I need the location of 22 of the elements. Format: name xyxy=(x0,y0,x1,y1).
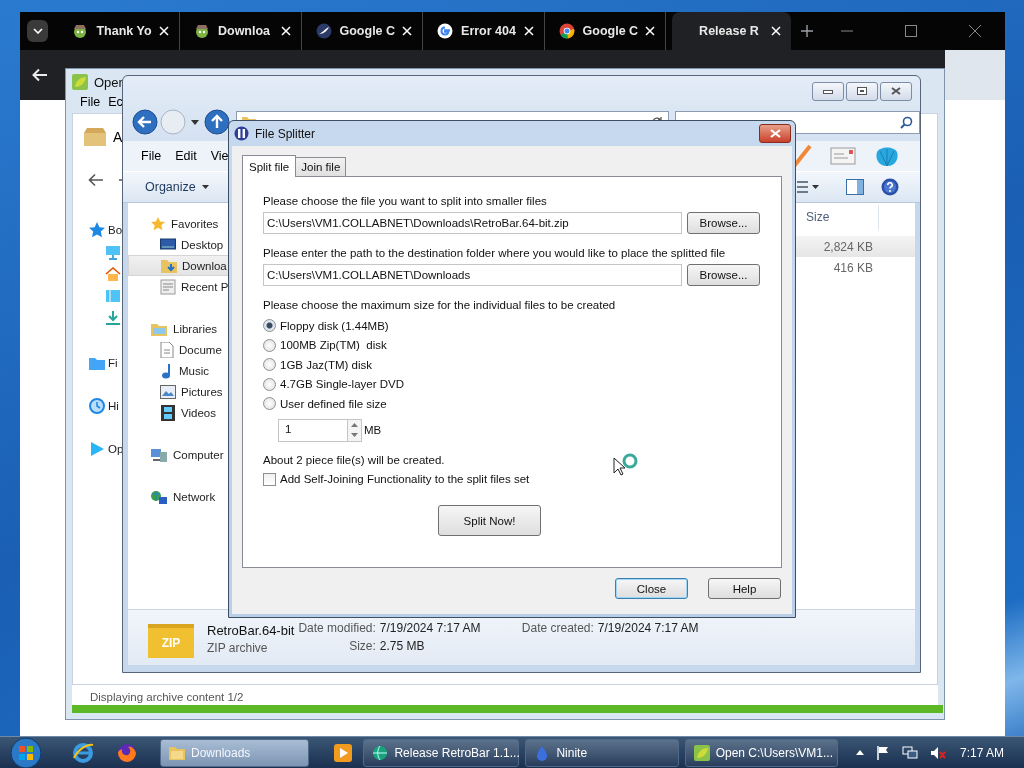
option-label: 1GB Jaz(TM) disk xyxy=(280,358,372,371)
checkbox-label: Add Self-Joining Functionality to the split files set xyxy=(280,473,530,486)
file-name: RetroBar.64-bit xyxy=(207,622,295,638)
zip-file-icon: ZIP xyxy=(148,623,194,658)
status-text: Displaying archive content 1/2 xyxy=(72,685,938,705)
field-label: Size: xyxy=(348,639,376,653)
field-label: Please choose the maximum size for the individual files to be created xyxy=(263,298,617,313)
window-title: File Splitter xyxy=(255,126,316,141)
section-title: A xyxy=(113,129,123,145)
option-label: 4.7GB Single-layer DVD xyxy=(280,378,404,391)
file-type: ZIP archive xyxy=(207,640,269,655)
field-label: Date modified: xyxy=(298,621,376,635)
field-label: Date created: xyxy=(521,621,594,635)
option-label: 100MB Zip(TM) disk xyxy=(280,339,387,352)
option-label: Floppy disk (1.44MB) xyxy=(280,319,389,332)
estimate-text: About 2 piece file(s) will be created. xyxy=(263,453,445,466)
field-value: 2.75 MB xyxy=(379,639,426,653)
field-label: Please choose the file you want to split into smaller files xyxy=(263,194,548,209)
unit-label: MB xyxy=(364,424,382,436)
field-value: 7/19/2024 7:17 AM xyxy=(379,621,482,635)
option-label: User defined file size xyxy=(280,397,387,410)
field-value: 7/19/2024 7:17 AM xyxy=(597,621,699,635)
